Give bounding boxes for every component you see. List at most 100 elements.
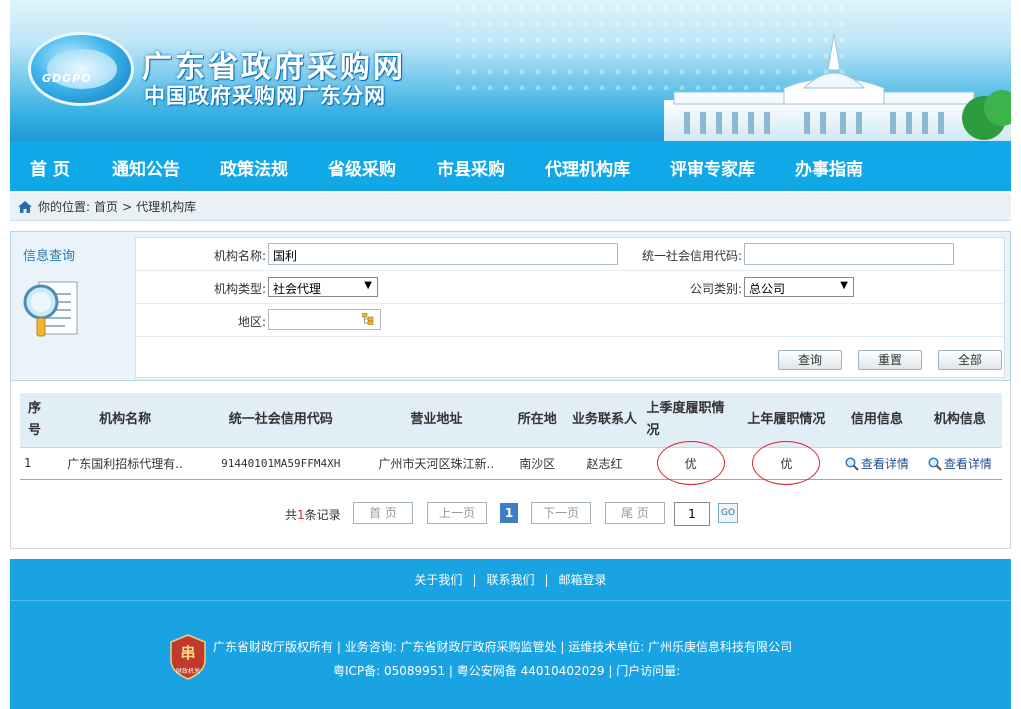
all-button[interactable]: 全部 <box>938 350 1002 370</box>
search-button[interactable]: 查询 <box>778 350 842 370</box>
dropdown-arrow-icon: ▼ <box>364 280 372 291</box>
nav-item-home[interactable]: 首 页 <box>30 155 70 180</box>
footer-copyright: 广东省财政厅版权所有 | 业务咨询: 广东省财政厅政府采购监管处 | 运维技术单… <box>213 640 793 654</box>
org-type-value: 社会代理 <box>273 282 322 296</box>
company-type-label: 公司类别: <box>689 282 742 296</box>
next-page-button[interactable]: 下一页 <box>531 502 591 524</box>
region-picker-icon[interactable] <box>362 313 374 325</box>
th-code: 统一社会信用代码 <box>198 393 363 448</box>
org-type-select[interactable]: 社会代理 ▼ <box>268 277 378 297</box>
nav-item-guide[interactable]: 办事指南 <box>795 155 863 180</box>
th-name: 机构名称 <box>51 393 199 448</box>
footer-link-contact[interactable]: 联系我们 <box>476 573 544 587</box>
th-last-quarter: 上季度履职情况 <box>644 393 737 448</box>
record-count-number: 1 <box>297 508 305 522</box>
last-quarter-rating: 优 <box>656 441 725 485</box>
credit-detail-label: 查看详情 <box>860 456 909 471</box>
query-row-3: 地区: <box>136 304 1004 337</box>
breadcrumb: 你的位置: 首页 > 代理机构库 <box>10 193 1011 221</box>
credit-code-label: 统一社会信用代码: <box>641 249 742 263</box>
footer-link-about[interactable]: 关于我们 <box>404 573 472 587</box>
company-type-value: 总公司 <box>749 282 786 296</box>
page: GDGPO 广东省政府采购网 中国政府采购网广东分网 首 页 通知公告 政策法规… <box>0 0 1021 709</box>
nav-item-experts[interactable]: 评审专家库 <box>670 155 755 180</box>
cell-location: 南沙区 <box>509 447 565 480</box>
site-subtitle: 中国政府采购网广东分网 <box>144 84 386 108</box>
nav-item-policy[interactable]: 政策法规 <box>220 155 288 180</box>
nav-item-city[interactable]: 市县采购 <box>437 155 505 180</box>
highlight-circle <box>752 441 821 485</box>
go-button[interactable]: GO <box>718 503 738 523</box>
cell-org-info: 查看详情 <box>917 447 1002 480</box>
th-seq: 序号 <box>20 393 52 448</box>
breadcrumb-current: 代理机构库 <box>136 200 197 214</box>
page-jump-input[interactable]: 1 <box>674 502 710 526</box>
current-page[interactable]: 1 <box>500 503 518 523</box>
breadcrumb-separator: > <box>122 199 133 214</box>
breadcrumb-prefix: 你的位置: <box>38 200 91 214</box>
gdgpo-logo[interactable] <box>28 32 134 106</box>
dropdown-arrow-icon: ▼ <box>840 280 848 291</box>
magnifier-icon <box>928 457 942 471</box>
search-document-icon <box>23 281 78 337</box>
query-row-2: 机构类型: 社会代理 ▼ 公司类别: 总公司 ▼ <box>136 271 1004 304</box>
last-year-rating: 优 <box>752 441 821 485</box>
nav-item-notices[interactable]: 通知公告 <box>112 155 180 180</box>
query-sidebar: 信息查询 <box>11 232 133 380</box>
highlight-circle <box>656 441 725 485</box>
query-form: 机构名称: 国利 统一社会信用代码: 机构类型: 社会代理 ▼ 公司类别: 总公… <box>135 237 1005 378</box>
org-detail-label: 查看详情 <box>943 456 992 471</box>
query-row-1: 机构名称: 国利 统一社会信用代码: <box>136 238 1004 271</box>
breadcrumb-home-link[interactable]: 首页 <box>94 198 118 215</box>
org-name-label: 机构名称: <box>213 249 266 263</box>
last-page-button[interactable]: 尾 页 <box>605 502 665 524</box>
reset-button[interactable]: 重置 <box>858 350 922 370</box>
footer-links: 关于我们 | 联系我们 | 邮箱登录 <box>10 559 1011 601</box>
nav-item-provincial[interactable]: 省级采购 <box>328 155 396 180</box>
credit-code-input[interactable] <box>744 243 954 265</box>
org-name-input[interactable]: 国利 <box>268 243 618 265</box>
footer-icp: 粤ICP备: 05089951 | 粤公安网备 44010402029 | 门户… <box>333 664 681 678</box>
cell-address: 广州市天河区珠江新.. <box>362 447 510 480</box>
cell-seq: 1 <box>20 447 52 480</box>
th-credit: 信用信息 <box>835 393 918 448</box>
company-type-select[interactable]: 总公司 ▼ <box>744 277 854 297</box>
svg-text:串: 串 <box>180 644 195 662</box>
region-label: 地区: <box>237 315 266 329</box>
first-page-button[interactable]: 首 页 <box>353 502 413 524</box>
credit-detail-link[interactable]: 查看详情 <box>845 457 909 471</box>
table-header-row: 序号 机构名称 统一社会信用代码 营业地址 所在地 业务联系人 上季度履职情况 … <box>20 393 1002 448</box>
finance-emblem-icon: 串 财政机关 <box>170 634 206 680</box>
th-contact: 业务联系人 <box>564 393 645 448</box>
cell-last-quarter: 优 <box>644 441 737 485</box>
logo-text: GDGPO <box>42 72 92 85</box>
cell-code: 91440101MA59FFM4XH <box>198 447 363 480</box>
cell-last-year: 优 <box>737 441 836 485</box>
emblem-text: 财政机关 <box>176 667 200 675</box>
cell-name: 广东国利招标代理有.. <box>51 447 199 480</box>
org-detail-link[interactable]: 查看详情 <box>928 457 992 471</box>
th-org-info: 机构信息 <box>917 393 1002 448</box>
main-nav: 首 页 通知公告 政策法规 省级采购 市县采购 代理机构库 评审专家库 办事指南 <box>10 141 1011 191</box>
magnifier-icon <box>845 457 859 471</box>
th-address: 营业地址 <box>362 393 510 448</box>
query-panel-label: 信息查询 <box>23 249 76 264</box>
cell-contact: 赵志红 <box>564 447 645 480</box>
th-last-year: 上年履职情况 <box>737 393 836 448</box>
nav-item-agency[interactable]: 代理机构库 <box>545 155 630 180</box>
prev-page-button[interactable]: 上一页 <box>427 502 487 524</box>
record-count: 共1条记录 <box>285 508 341 522</box>
table-row: 1 广东国利招标代理有.. 91440101MA59FFM4XH 广州市天河区珠… <box>20 441 1002 485</box>
header-banner: GDGPO 广东省政府采购网 中国政府采购网广东分网 <box>10 0 1011 141</box>
pagination: 共1条记录 首 页 上一页 1 下一页 尾 页 1 GO <box>281 501 761 526</box>
footer-sep: | <box>544 573 549 587</box>
agency-table: 序号 机构名称 统一社会信用代码 营业地址 所在地 业务联系人 上季度履职情况 … <box>20 393 1002 485</box>
home-icon <box>18 200 32 213</box>
footer-link-mail[interactable]: 邮箱登录 <box>549 573 617 587</box>
cell-credit: 查看详情 <box>835 447 918 480</box>
footer: 关于我们 | 联系我们 | 邮箱登录 串 财政机关 广东省财政厅版权所有 | 业务咨询:… <box>10 559 1011 709</box>
building-illustration <box>664 33 1011 141</box>
query-panel: 信息查询 机构名称: 国利 统一社会信用代码: 机构类型: 社会代理 ▼ 公司类… <box>10 231 1011 381</box>
results-panel: 序号 机构名称 统一社会信用代码 营业地址 所在地 业务联系人 上季度履职情况 … <box>10 381 1011 549</box>
region-input[interactable] <box>268 309 381 330</box>
